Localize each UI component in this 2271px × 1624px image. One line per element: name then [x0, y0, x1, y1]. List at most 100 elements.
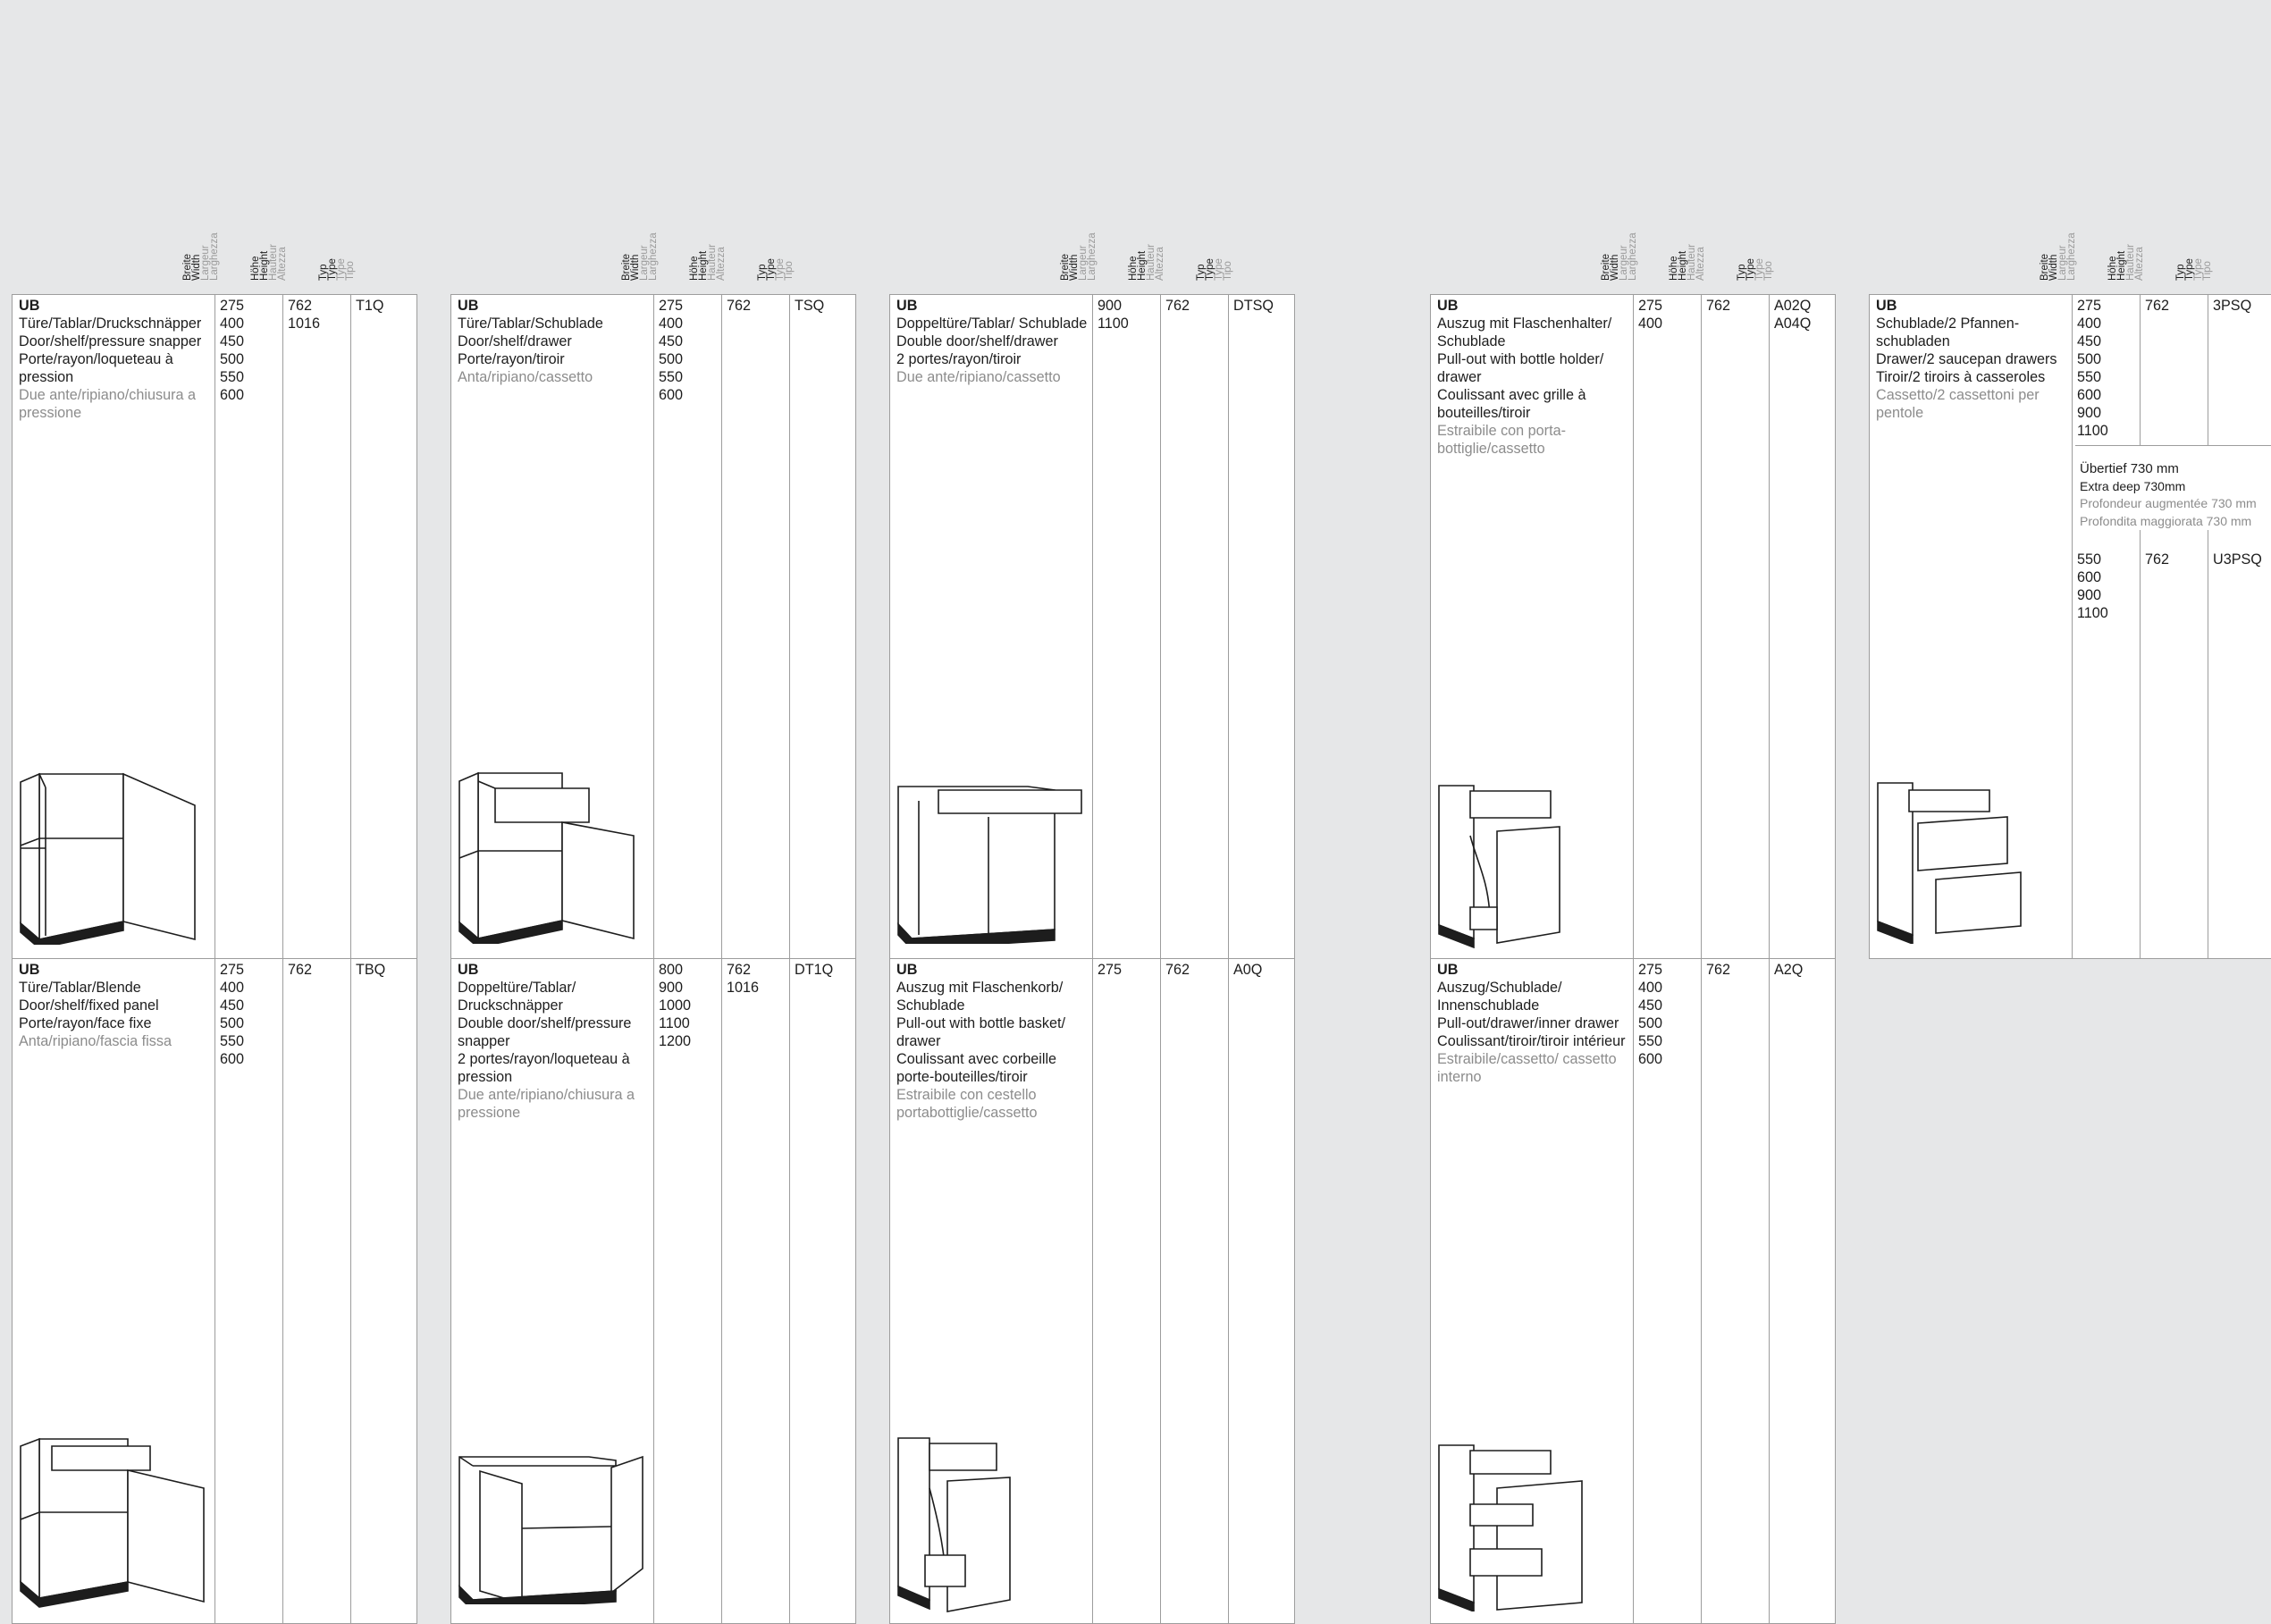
- width-values: 275 400 450 500 550 600: [214, 959, 282, 1623]
- extra-deep-de: Übertief 730 mm: [2080, 461, 2179, 476]
- description-de: Doppeltüre/Tablar/ Schublade: [896, 316, 1088, 332]
- height-values: 762 1016: [721, 959, 789, 1623]
- width-values: 900 1100: [1092, 295, 1160, 958]
- type-header: Typ Type Type Tipo: [757, 258, 795, 281]
- height-header: Höhe Height Hauteur Altezza: [689, 244, 727, 281]
- extra-deep-en: Extra deep 730mm: [2080, 478, 2186, 493]
- height-values: 762: [721, 295, 789, 958]
- height-header: Höhe Height Hauteur Altezza: [1669, 244, 1706, 281]
- type-values: A02Q A04Q: [1769, 295, 1835, 958]
- width-header: Breite Width Largeur Larghezza: [1060, 232, 1098, 281]
- double-door-shelf-cabinet-illustration: [455, 1448, 647, 1604]
- description-fr: Porte/rayon/face fixe: [19, 1015, 152, 1031]
- description-it: Due ante/ripiano/cassetto: [896, 369, 1061, 385]
- description-it: Due ante/ripiano/chiusura a pressione: [19, 387, 196, 421]
- description-en: Double door/shelf/pressure snapper: [458, 1015, 632, 1049]
- door-shelf-panel-cabinet-illustration: [16, 1430, 208, 1609]
- type-values: DT1Q: [789, 959, 855, 1623]
- cabinet-title: UB: [896, 298, 918, 314]
- description-column: UB Türe/Tablar/Blende Door/shelf/fixed p…: [19, 961, 220, 1050]
- extra-deep-it: Profondita maggiorata 730 mm: [2080, 513, 2252, 528]
- description-column: UB Auszug mit Flaschenkorb/ Schublade Pu…: [896, 961, 1098, 1122]
- extra-deep-note: Übertief 730 mm Extra deep 730mm Profond…: [2075, 445, 2271, 530]
- description-en: Pull-out with bottle holder/ drawer: [1437, 351, 1604, 385]
- description-it: Cassetto/2 cassettoni per pentole: [1876, 387, 2040, 421]
- cabinet-title: UB: [1437, 298, 1459, 314]
- extra-deep-fr: Profondeur augmentée 730 mm: [2080, 496, 2257, 510]
- description-fr: 2 portes/rayon/loqueteau à pression: [458, 1051, 630, 1085]
- cabinet-cell: UB Auszug/Schublade/ Innenschublade Pull…: [1430, 958, 1836, 1624]
- type-values: TSQ: [789, 295, 855, 958]
- description-en: Pull-out/drawer/inner drawer: [1437, 1015, 1619, 1031]
- description-de: Türe/Tablar/Schublade: [458, 316, 603, 332]
- description-fr: Coulissant avec grille à bouteilles/tiro…: [1437, 387, 1586, 421]
- description-it: Estraibile/cassetto/ cassetto interno: [1437, 1051, 1617, 1085]
- extra-deep-width-values: 550 600 900 1100: [2072, 540, 2140, 958]
- height-values: 762: [282, 959, 350, 1623]
- height-values: 762 1016: [282, 295, 350, 958]
- door-shelf-drawer-cabinet-illustration: [455, 769, 638, 944]
- description-en: Door/shelf/pressure snapper: [19, 333, 202, 349]
- cabinet-title: UB: [19, 298, 40, 314]
- type-header: Typ Type Type Tipo: [2175, 258, 2213, 281]
- description-column: UB Auszug/Schublade/ Innenschublade Pull…: [1437, 961, 1638, 1086]
- description-de: Türe/Tablar/Blende: [19, 980, 141, 996]
- width-header: Breite Width Largeur Larghezza: [1601, 232, 1638, 281]
- height-header: Höhe Height Hauteur Altezza: [2107, 244, 2145, 281]
- description-fr: 2 portes/rayon/tiroir: [896, 351, 1022, 367]
- description-en: Door/shelf/drawer: [458, 333, 572, 349]
- description-de: Auszug mit Flaschenhalter/ Schublade: [1437, 316, 1612, 349]
- type-values: DTSQ: [1228, 295, 1294, 958]
- description-column: UB Doppeltüre/Tablar/ Schublade Double d…: [896, 297, 1098, 386]
- pullout-inner-drawer-cabinet-illustration: [1434, 1433, 1591, 1611]
- cabinet-title: UB: [458, 298, 479, 314]
- description-de: Schublade/2 Pfannen- schubladen: [1876, 316, 2020, 349]
- description-en: Double door/shelf/drawer: [896, 333, 1058, 349]
- description-it: Estraibile con cestello portabottiglie/c…: [896, 1087, 1038, 1121]
- width-values: 275 400 450 500 550 600: [214, 295, 282, 958]
- description-en: Door/shelf/fixed panel: [19, 997, 159, 1014]
- cabinet-title: UB: [896, 962, 918, 978]
- description-column: UB Türe/Tablar/Schublade Door/shelf/draw…: [458, 297, 659, 386]
- type-header: Typ Type Type Tipo: [318, 258, 356, 281]
- height-values: 762: [1160, 295, 1228, 958]
- description-column: UB Doppeltüre/Tablar/ Druckschnäpper Dou…: [458, 961, 659, 1122]
- column-header-group: Breite Width Largeur Larghezza Höhe Height Ha…: [1060, 223, 1293, 282]
- description-it: Anta/ripiano/cassetto: [458, 369, 593, 385]
- cabinet-cell: UB Türe/Tablar/Blende Door/shelf/fixed p…: [12, 958, 417, 1624]
- column-header-group: Breite Width Largeur Larghezza Höhe Height Ha…: [1601, 223, 1834, 282]
- cabinet-title: UB: [458, 962, 479, 978]
- description-en: Drawer/2 saucepan drawers: [1876, 351, 2057, 367]
- description-it: Anta/ripiano/fascia fissa: [19, 1033, 172, 1049]
- description-fr: Porte/rayon/tiroir: [458, 351, 565, 367]
- description-column: UB Auszug mit Flaschenhalter/ Schublade …: [1437, 297, 1638, 458]
- width-values: 275: [1092, 959, 1160, 1623]
- type-header: Typ Type Type Tipo: [1196, 258, 1233, 281]
- column-header-group: Breite Width Largeur Larghezza Höhe Height Ha…: [621, 223, 854, 282]
- double-door-drawer-cabinet-illustration: [894, 778, 1086, 944]
- door-shelf-cabinet-illustration: [16, 770, 199, 945]
- cabinet-cell: UB Auszug mit Flaschenkorb/ Schublade Pu…: [889, 958, 1295, 1624]
- cabinet-cell: UB Auszug mit Flaschenhalter/ Schublade …: [1430, 294, 1836, 959]
- extra-deep-type-values: U3PSQ: [2208, 540, 2271, 958]
- width-header: Breite Width Largeur Larghezza: [2040, 232, 2077, 281]
- bottle-holder-pullout-cabinet-illustration: [1434, 773, 1573, 948]
- type-header: Typ Type Type Tipo: [1737, 258, 1774, 281]
- bottle-basket-pullout-cabinet-illustration: [894, 1426, 1019, 1613]
- width-header: Breite Width Largeur Larghezza: [621, 232, 659, 281]
- description-it: Due ante/ripiano/chiusura a pressione: [458, 1087, 635, 1121]
- width-header: Breite Width Largeur Larghezza: [182, 232, 220, 281]
- description-fr: Coulissant/tiroir/tiroir intérieur: [1437, 1033, 1626, 1049]
- description-column: UB Türe/Tablar/Druckschnäpper Door/shelf…: [19, 297, 220, 422]
- width-values: 275 400: [1633, 295, 1701, 958]
- description-fr: Porte/rayon/loqueteau à pression: [19, 351, 173, 385]
- description-fr: Tiroir/2 tiroirs à casseroles: [1876, 369, 2046, 385]
- height-values: 762: [1160, 959, 1228, 1623]
- description-de: Doppeltüre/Tablar/ Druckschnäpper: [458, 980, 576, 1014]
- cabinet-title: UB: [1437, 962, 1459, 978]
- column-header-group: Breite Width Largeur Larghezza Höhe Height Ha…: [182, 223, 416, 282]
- type-values: A2Q: [1769, 959, 1835, 1623]
- column-header-group: Breite Width Largeur Larghezza Höhe Height Ha…: [2040, 223, 2271, 282]
- three-drawer-cabinet-illustration: [1873, 774, 2030, 944]
- type-values: A0Q: [1228, 959, 1294, 1623]
